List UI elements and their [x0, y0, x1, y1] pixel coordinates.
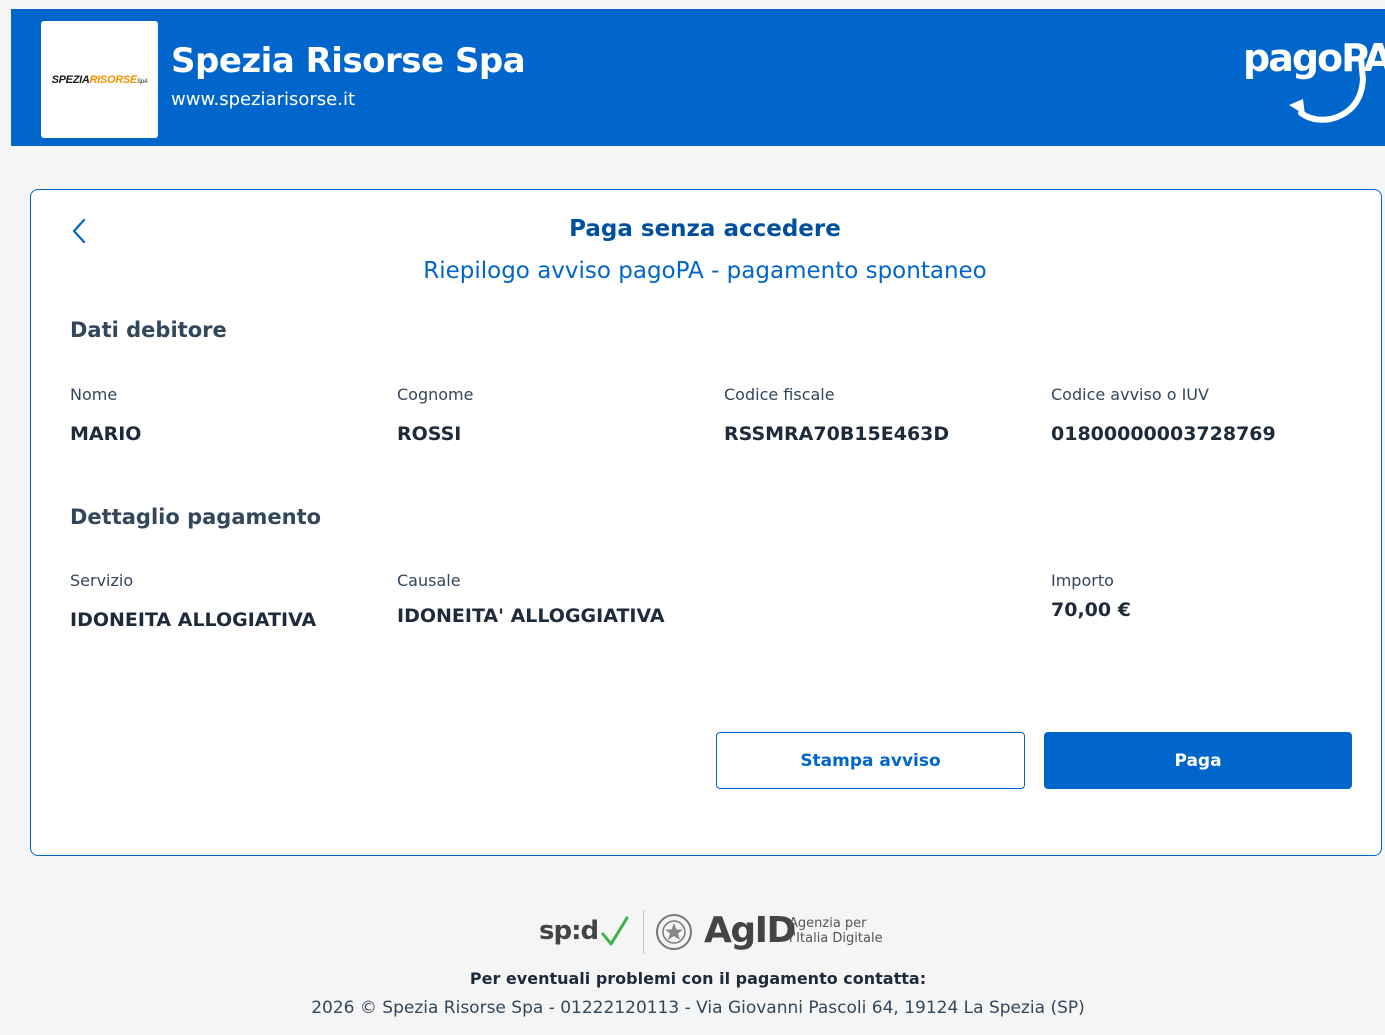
pagopa-logo: pagoPA: [1243, 39, 1385, 129]
tax-code-label: Codice fiscale: [724, 385, 835, 404]
agid-subtitle: Agenzia per l'Italia Digitale: [789, 916, 883, 946]
agid-logo: AgID: [704, 910, 796, 951]
payment-summary-card: Paga senza accedere Riepilogo avviso pag…: [30, 189, 1382, 856]
header: SPEZIARISORSESpA Spezia Risorse Spa www.…: [11, 9, 1385, 146]
tax-code-value: RSSMRA70B15E463D: [724, 423, 950, 445]
org-url[interactable]: www.speziarisorse.it: [171, 89, 355, 110]
last-name-value: ROSSI: [397, 423, 462, 445]
org-logo[interactable]: SPEZIARISORSESpA: [41, 21, 158, 138]
service-value: IDONEITA ALLOGIATIVA: [70, 609, 317, 631]
reason-value: IDONEITA' ALLOGGIATIVA: [397, 605, 665, 627]
pay-button[interactable]: Paga: [1044, 732, 1352, 789]
page-title: Paga senza accedere: [569, 216, 841, 242]
first-name-label: Nome: [70, 385, 118, 404]
payment-section-title: Dettaglio pagamento: [70, 505, 322, 529]
print-notice-button[interactable]: Stampa avviso: [716, 732, 1025, 789]
spid-check-icon: [601, 916, 629, 946]
org-logo-text: SPEZIARISORSESpA: [51, 73, 148, 86]
notice-code-value: 01800000003728769: [1051, 423, 1276, 445]
italian-emblem-icon: [656, 914, 692, 950]
spid-logo: sp:d: [539, 916, 599, 946]
footer-company-info: 2026 © Spezia Risorse Spa - 01222120113 …: [311, 998, 1085, 1018]
service-label: Servizio: [70, 571, 134, 590]
page: SPEZIARISORSESpA Spezia Risorse Spa www.…: [11, 0, 1385, 1035]
first-name-value: MARIO: [70, 423, 142, 445]
reason-label: Causale: [397, 571, 461, 590]
org-name: Spezia Risorse Spa: [171, 41, 526, 81]
footer-contact-text: Per eventuali problemi con il pagamento …: [469, 969, 927, 988]
pagopa-arrow-icon: [1289, 56, 1367, 123]
footer-logo-divider: [643, 910, 644, 954]
last-name-label: Cognome: [397, 385, 474, 404]
debtor-section-title: Dati debitore: [70, 318, 227, 342]
footer-logos: sp:d AgID Agenzia per l'Italia Digitale: [539, 908, 883, 956]
page-subtitle: Riepilogo avviso pagoPA - pagamento spon…: [423, 258, 987, 284]
notice-code-label: Codice avviso o IUV: [1051, 385, 1209, 404]
amount-label: Importo: [1051, 571, 1114, 590]
amount-value: 70,00 €: [1051, 599, 1131, 621]
